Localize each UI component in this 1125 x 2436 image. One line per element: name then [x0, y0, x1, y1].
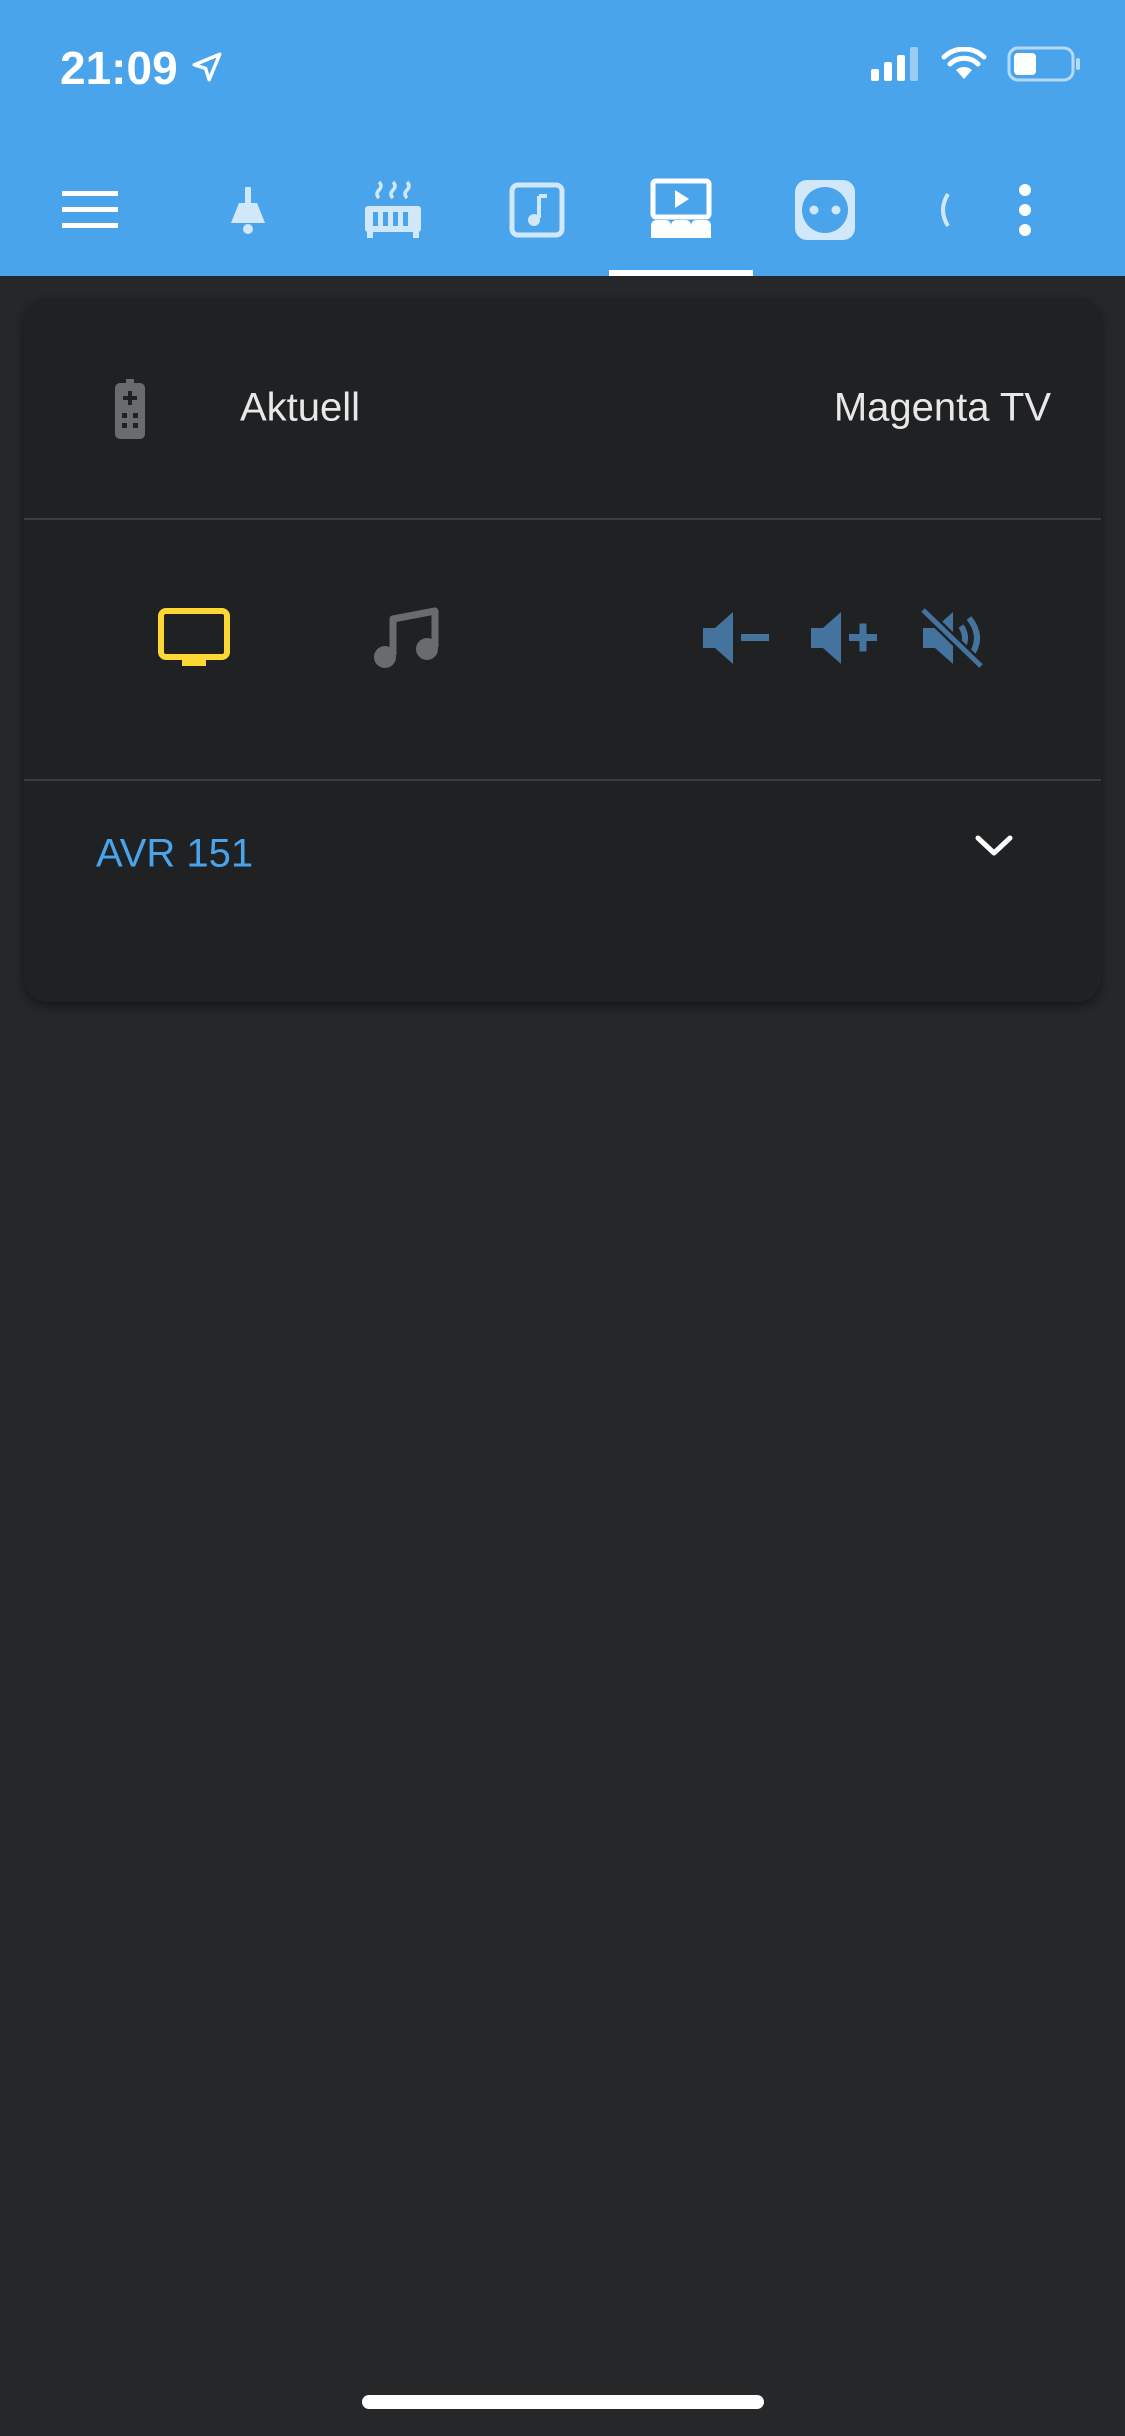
music-note-icon[interactable] [358, 598, 454, 678]
menu-icon[interactable] [50, 170, 130, 250]
status-bar-time: 21:09 [60, 40, 224, 96]
divider [24, 779, 1101, 781]
music-box-icon[interactable] [497, 170, 577, 250]
tab-bar [0, 160, 1125, 276]
volume-up-icon[interactable] [796, 598, 892, 678]
source-row[interactable]: Aktuell Magenta TV [24, 298, 1101, 518]
battery-icon [1007, 46, 1081, 87]
ceiling-lamp-icon[interactable] [208, 170, 288, 250]
active-tab-indicator [609, 270, 753, 276]
home-theater-icon[interactable] [641, 170, 721, 250]
app-header: 21:09 [0, 0, 1125, 276]
partial-tab-icon[interactable] [917, 170, 967, 250]
tv-icon[interactable] [146, 598, 242, 678]
clock-text: 21:09 [60, 42, 178, 94]
source-label: Aktuell [240, 385, 361, 430]
power-socket-icon[interactable] [785, 170, 865, 250]
mute-icon[interactable] [904, 598, 1000, 678]
source-value: Magenta TV [833, 385, 1051, 430]
cellular-signal-icon [871, 47, 921, 86]
media-card: Aktuell Magenta TV AVR 151 [24, 298, 1101, 1002]
home-indicator [362, 2395, 764, 2409]
divider [24, 518, 1101, 520]
more-vertical-icon[interactable] [995, 170, 1055, 250]
receiver-name[interactable]: AVR 151 [96, 832, 253, 877]
wifi-icon [941, 46, 987, 86]
status-bar-indicators [871, 46, 1081, 87]
location-arrow-icon [190, 41, 224, 95]
volume-down-icon[interactable] [688, 598, 784, 678]
chevron-down-icon[interactable] [964, 818, 1024, 874]
remote-control-icon [106, 378, 154, 442]
radiator-icon[interactable] [353, 170, 433, 250]
